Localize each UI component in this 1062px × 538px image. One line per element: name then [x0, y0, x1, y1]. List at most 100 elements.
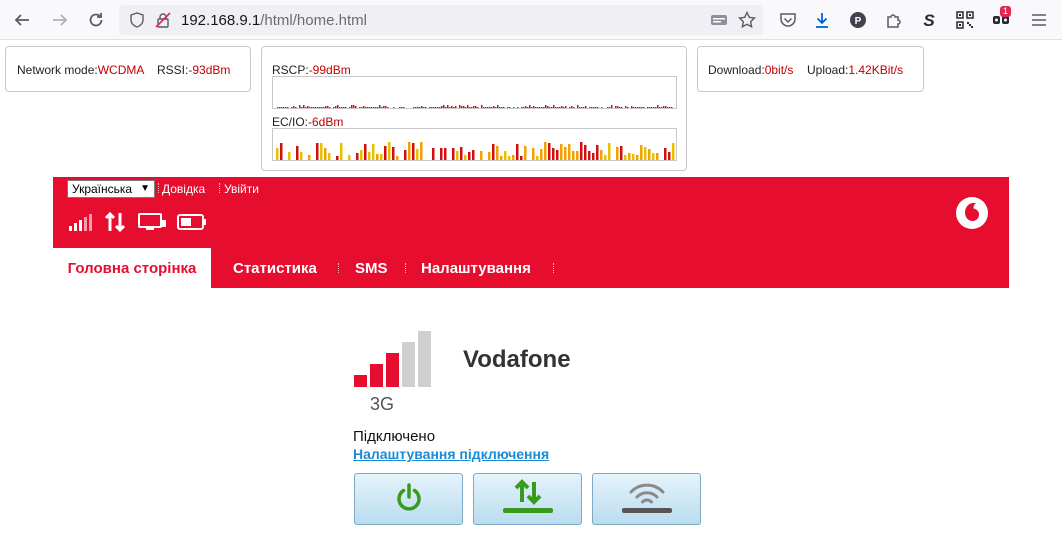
bookmark-star-icon[interactable]	[737, 10, 757, 34]
signal-bar	[386, 353, 399, 387]
rscp-bar	[459, 105, 461, 108]
rscp-bar	[401, 107, 403, 108]
rscp-bar	[415, 107, 417, 108]
signal-bar	[370, 364, 383, 387]
rscp-bar	[463, 106, 465, 108]
battery-icon	[177, 213, 207, 236]
pocket-icon[interactable]	[777, 9, 799, 31]
upload-label: Upload:	[807, 63, 849, 77]
rscp-bar	[307, 106, 309, 108]
rscp-bar	[277, 107, 279, 108]
reader-view-icon[interactable]	[710, 12, 728, 33]
ecio-bar	[376, 154, 379, 160]
insecure-lock-icon[interactable]	[155, 12, 171, 33]
tab-statistics[interactable]: Статистика	[233, 248, 317, 288]
nav-divider	[338, 263, 339, 273]
menu-hamburger-icon[interactable]	[1028, 9, 1050, 31]
rscp-bar	[461, 106, 463, 108]
rscp-bar	[513, 107, 515, 108]
url-text[interactable]: 192.168.9.1/html/home.html	[181, 12, 367, 29]
rscp-bar	[661, 107, 663, 108]
ecio-bar	[396, 156, 399, 160]
help-link[interactable]: Довідка	[162, 182, 205, 196]
signal-quality-box: RSCP:-99dBm EC/IO:-6dBm	[261, 46, 687, 171]
rscp-bar	[453, 107, 455, 108]
rscp-bar	[537, 107, 539, 108]
rscp-bar	[449, 107, 451, 108]
back-arrow-icon[interactable]	[10, 8, 34, 32]
rscp-bar	[529, 105, 531, 108]
pc-connection-icon	[137, 212, 167, 237]
profile-extension-icon[interactable]: P	[847, 9, 869, 31]
connection-settings-link[interactable]: Налаштування підключення	[353, 446, 549, 462]
ecio-bar	[604, 155, 607, 160]
rscp-bar	[413, 107, 415, 108]
data-roaming-button[interactable]	[473, 473, 582, 525]
rscp-bar	[321, 107, 323, 108]
wifi-button[interactable]	[592, 473, 701, 525]
language-select[interactable]: Українська ▼	[67, 180, 155, 198]
ecio-bar	[380, 154, 383, 160]
ecio-bar	[500, 156, 503, 160]
multi-account-icon[interactable]: 1	[990, 6, 1012, 31]
signal-bars-large	[353, 331, 435, 394]
rscp-bar	[607, 107, 609, 108]
rscp-bar	[611, 105, 613, 108]
ecio-bar	[568, 144, 571, 160]
ecio-bar	[504, 151, 507, 160]
rscp-bar	[621, 107, 623, 108]
login-link[interactable]: Увійти	[224, 182, 259, 196]
rscp-bar	[301, 107, 303, 108]
qr-code-icon[interactable]	[954, 9, 976, 31]
rscp-bar	[521, 107, 523, 108]
shield-icon[interactable]	[129, 12, 145, 33]
ecio-bar	[480, 151, 483, 160]
rscp-bar	[617, 106, 619, 108]
tab-settings[interactable]: Налаштування	[421, 248, 531, 288]
ecio-bar	[460, 147, 463, 160]
ecio-bar	[636, 155, 639, 160]
reload-icon[interactable]	[84, 8, 108, 32]
svg-text:S: S	[923, 11, 935, 29]
rscp-bar	[489, 107, 491, 108]
rscp-bar	[531, 107, 533, 108]
download-icon[interactable]	[811, 9, 833, 31]
router-header: Українська ▼ Довідка Увійти Головна стор…	[53, 177, 1009, 288]
rscp-bar	[369, 107, 371, 108]
rscp-bar	[593, 107, 595, 108]
ecio-label: EC/IO:	[272, 115, 309, 129]
rscp-bar	[465, 107, 467, 108]
rscp-bar	[491, 107, 493, 108]
url-host: 192.168.9.1	[181, 12, 261, 29]
signal-strength-icon	[68, 212, 94, 237]
extensions-puzzle-icon[interactable]	[883, 9, 905, 31]
rscp-bar	[485, 107, 487, 108]
rscp-bar	[483, 107, 485, 108]
ecio-bar	[456, 151, 459, 160]
ecio-bar	[472, 150, 475, 160]
rscp-bar	[425, 107, 427, 108]
rscp-bar	[281, 107, 283, 108]
rscp-bar	[583, 107, 585, 108]
address-bar[interactable]: 192.168.9.1/html/home.html	[119, 5, 763, 35]
ecio-bar	[364, 144, 367, 160]
ecio-bar	[552, 148, 555, 160]
rscp-bar	[493, 106, 495, 108]
tab-sms[interactable]: SMS	[355, 248, 388, 288]
rscp-bar	[343, 107, 345, 108]
ecio-bar	[420, 142, 423, 160]
tab-home[interactable]: Головна сторінка	[53, 248, 211, 288]
rscp-bar	[647, 107, 649, 108]
ecio-bar	[464, 155, 467, 160]
ecio-bar	[532, 148, 535, 160]
forward-arrow-icon[interactable]	[48, 8, 72, 32]
rscp-bar	[501, 107, 503, 108]
rscp-bar	[325, 106, 327, 108]
rscp-bar	[437, 107, 439, 108]
power-connect-button[interactable]	[354, 473, 463, 525]
rscp-bar	[509, 107, 511, 108]
wifi-icon	[620, 478, 674, 521]
rscp-bar	[639, 107, 641, 108]
s-extension-icon[interactable]: S	[918, 9, 940, 31]
rscp-bar	[581, 107, 583, 108]
